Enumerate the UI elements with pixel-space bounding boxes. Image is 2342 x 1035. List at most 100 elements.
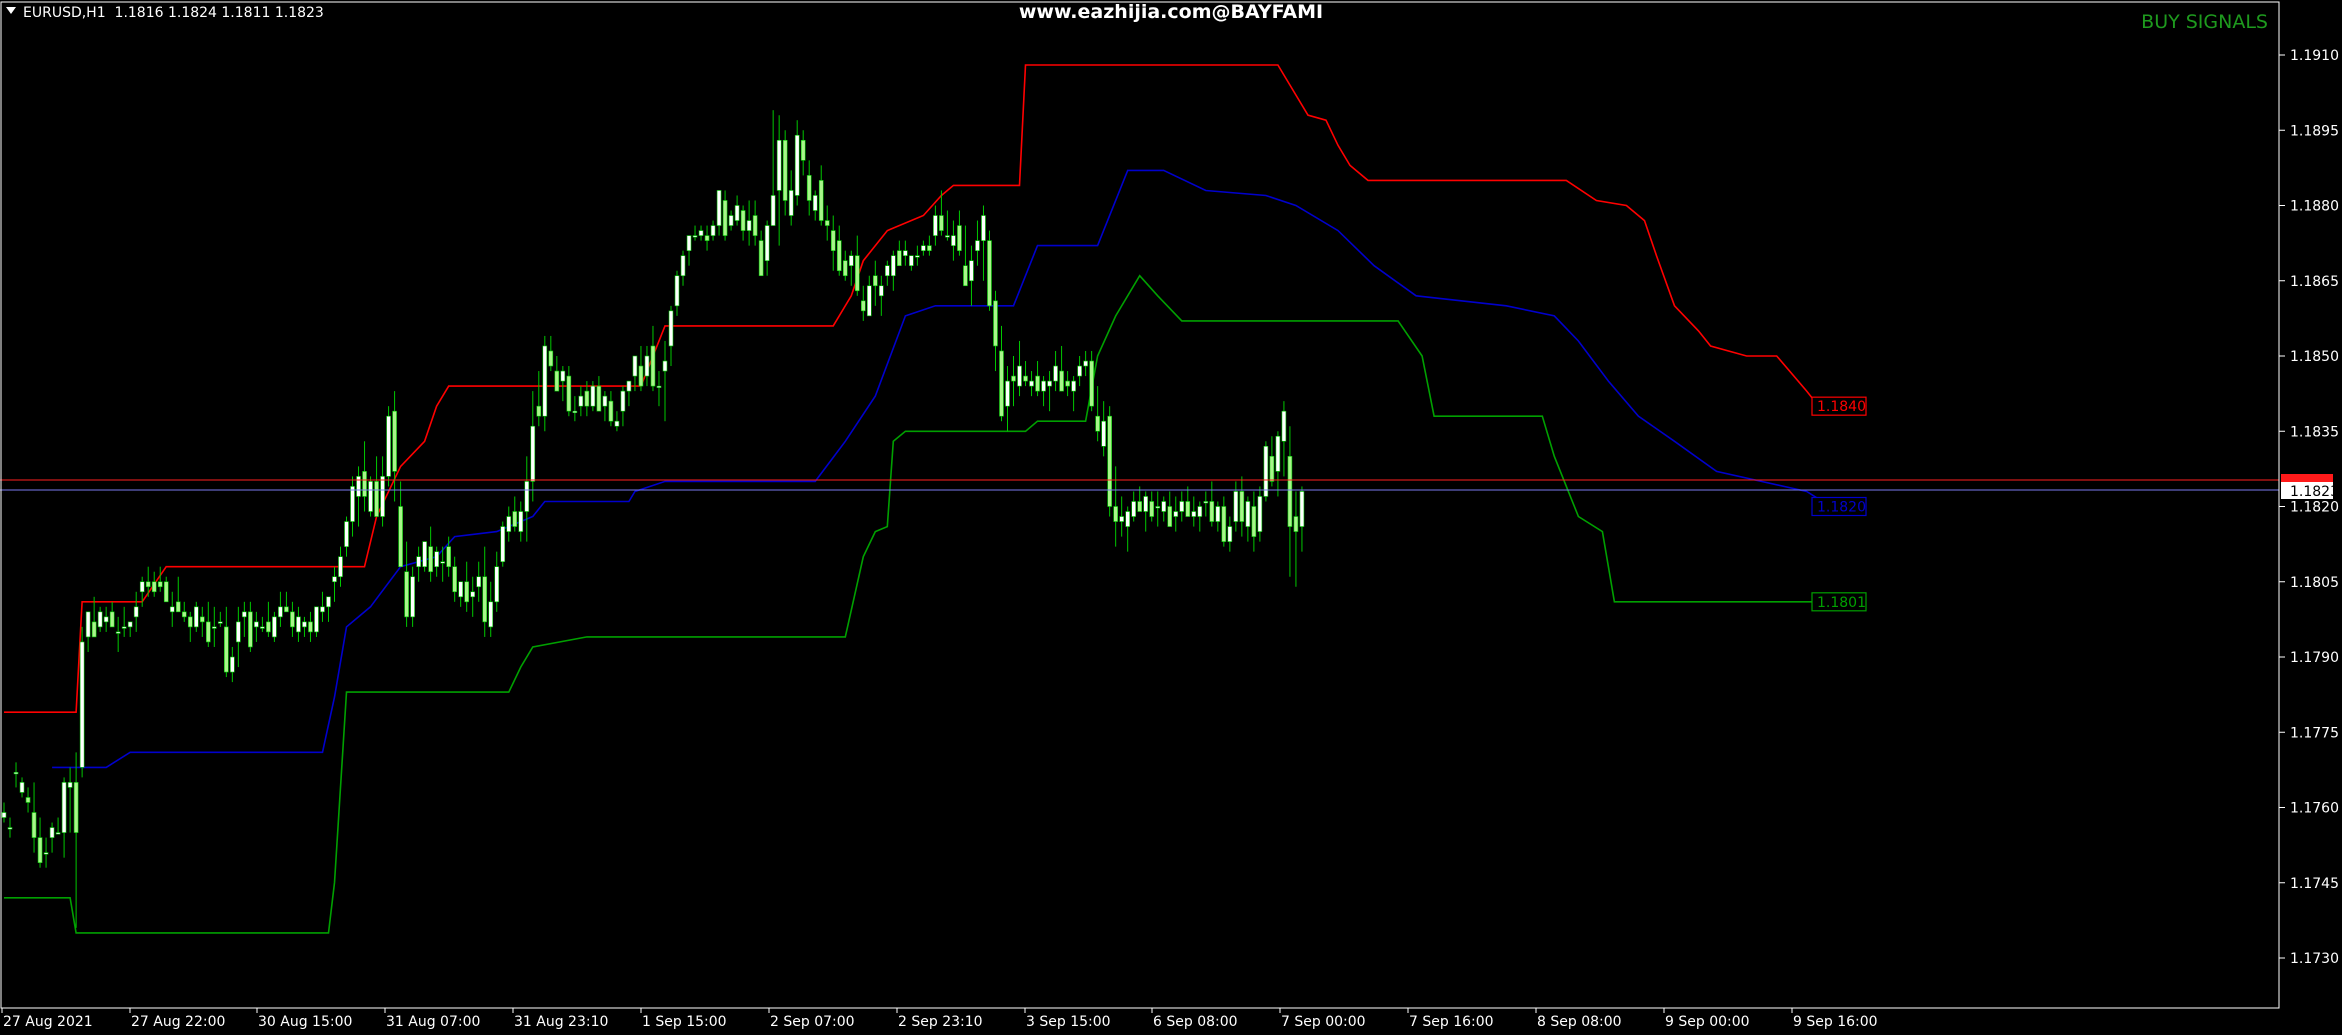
candle-body xyxy=(704,235,710,241)
candle-body xyxy=(1185,501,1191,517)
candle-body xyxy=(440,561,445,564)
y-tick-label: 1.1910 xyxy=(2290,48,2339,64)
price-chart[interactable]: 1.1910 1.1895 1.1880 1.1865 1.1850 1.1835 1.18… xyxy=(0,0,2342,1035)
candle-body xyxy=(476,576,482,588)
x-tick-label: 31 Aug 23:10 xyxy=(514,1014,608,1030)
candle-body xyxy=(290,611,295,628)
candle-body xyxy=(1287,456,1293,527)
candle-body xyxy=(770,195,776,226)
x-tick-label: 27 Aug 22:00 xyxy=(131,1014,225,1030)
candle-body xyxy=(1083,360,1088,367)
candle-body xyxy=(157,581,163,588)
candle-body xyxy=(206,621,211,643)
candle-body xyxy=(187,616,193,628)
candle-body xyxy=(674,275,680,307)
candle-body xyxy=(1131,501,1136,517)
x-tick-label: 8 Sep 08:00 xyxy=(1537,1014,1622,1030)
candle-body xyxy=(710,225,716,236)
candle-body xyxy=(1263,445,1269,497)
candle-body xyxy=(530,425,536,482)
candle-body xyxy=(1191,511,1197,517)
candle-body xyxy=(854,255,860,292)
candle-body xyxy=(1209,501,1215,522)
candle-body xyxy=(133,606,139,618)
candle-body xyxy=(302,621,307,628)
candle-body xyxy=(915,255,920,258)
candle-body xyxy=(67,782,73,788)
x-tick-label: 7 Sep 00:00 xyxy=(1281,1014,1366,1030)
level-label-upper: 1.1840 xyxy=(1817,399,1866,415)
candle-body xyxy=(260,626,265,629)
candle-body xyxy=(1245,501,1251,527)
candle-body xyxy=(614,420,620,427)
candle-body xyxy=(584,390,590,407)
candle-body xyxy=(115,631,121,634)
candle-body xyxy=(37,837,43,863)
candle-body xyxy=(1227,526,1233,542)
candle-body xyxy=(554,370,560,392)
candle-body xyxy=(482,576,488,623)
candle-body xyxy=(746,220,752,231)
candle-body xyxy=(1149,501,1155,517)
candle-body xyxy=(1071,380,1076,392)
candle-body xyxy=(728,215,734,226)
candle-body xyxy=(885,265,890,277)
candle-body xyxy=(1203,501,1209,504)
candle-body xyxy=(416,556,421,568)
candle-body xyxy=(1167,506,1173,527)
candle-body xyxy=(794,134,800,196)
candle-body xyxy=(284,606,289,613)
candle-body xyxy=(758,240,764,277)
candle-body xyxy=(1233,491,1239,522)
candle-body xyxy=(1293,516,1299,532)
candle-body xyxy=(410,576,415,618)
candle-body xyxy=(7,827,13,830)
candle-body xyxy=(1023,375,1028,382)
candle-body xyxy=(830,230,836,251)
candle-body xyxy=(969,260,974,282)
candle-body xyxy=(422,541,427,567)
y-tick-label: 1.1730 xyxy=(2290,951,2339,967)
candle-body xyxy=(326,596,331,608)
x-tick-label: 30 Aug 15:00 xyxy=(258,1014,352,1030)
candle-body xyxy=(1215,506,1221,522)
x-tick-label: 9 Sep 16:00 xyxy=(1793,1014,1878,1030)
candle-body xyxy=(386,415,391,477)
candle-body xyxy=(428,546,433,573)
candle-body xyxy=(73,782,79,833)
candle-body xyxy=(1275,435,1281,472)
candle-body xyxy=(1077,365,1082,377)
candle-body xyxy=(1143,496,1149,512)
x-tick-label: 7 Sep 16:00 xyxy=(1409,1014,1494,1030)
candle-body xyxy=(975,240,980,251)
y-tick-label: 1.1835 xyxy=(2290,424,2339,440)
candle-body xyxy=(1053,365,1058,382)
candle-body xyxy=(824,220,830,226)
candle-body xyxy=(891,255,896,277)
candle-body xyxy=(151,581,157,593)
candle-body xyxy=(350,486,355,522)
candle-body xyxy=(590,385,596,407)
candle-body xyxy=(951,235,956,246)
y-tick-label: 1.1775 xyxy=(2290,725,2339,741)
candle-body xyxy=(127,621,133,628)
candle-body xyxy=(903,250,908,256)
x-tick-label: 9 Sep 00:00 xyxy=(1665,1014,1750,1030)
candle-body xyxy=(1257,496,1263,532)
candle-body xyxy=(1113,506,1118,522)
candle-body xyxy=(79,641,85,768)
candle-body xyxy=(446,546,451,568)
candle-body xyxy=(338,556,343,578)
candle-body xyxy=(909,255,914,267)
candle-body xyxy=(644,355,650,377)
candle-body xyxy=(224,626,229,673)
candle-body xyxy=(163,581,169,603)
candle-body xyxy=(193,606,199,628)
candle-body xyxy=(242,611,247,618)
candle-body xyxy=(548,350,554,367)
candle-body xyxy=(1173,511,1179,517)
candle-body xyxy=(380,476,385,517)
candle-body xyxy=(788,190,794,216)
y-tick-label: 1.1790 xyxy=(2290,650,2339,666)
candle-body xyxy=(1035,375,1040,392)
